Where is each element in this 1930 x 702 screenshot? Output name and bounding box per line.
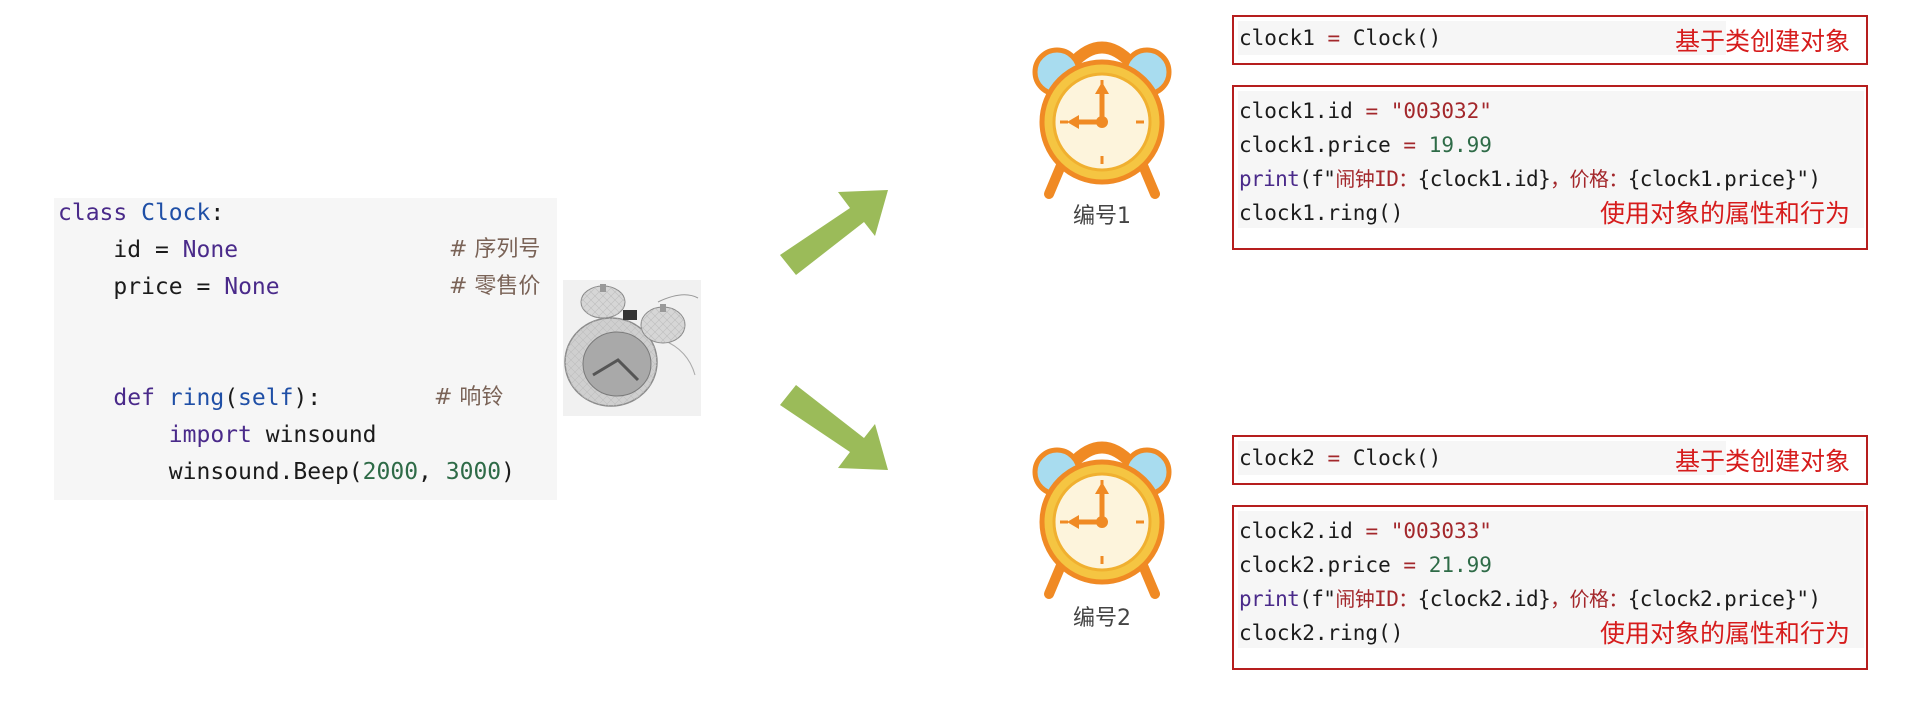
code-line-import: import winsound [168,422,377,448]
comment-ring: # 响铃 [434,385,504,410]
code-ring-1: clock1.ring() [1239,201,1404,225]
code-set-id-1: clock1.id = "003032" [1239,99,1492,123]
code-set-price-1: clock1.price = 19.99 [1239,133,1492,157]
code-line-id: id = None [113,237,239,263]
label-create-object-2: 基于类创建对象 [1674,447,1850,476]
class-code-panel: class Clock: id = None # 序列号 price = Non… [54,198,557,500]
comment-serial: # 序列号 [449,237,541,262]
clock-caption-2: 编号2 [1073,606,1131,631]
code-ring-2: clock2.ring() [1239,621,1404,645]
label-use-object-1: 使用对象的属性和行为 [1599,199,1850,228]
alarm-clock-3d-photo-icon [563,280,701,416]
code-line-price: price = None [113,274,280,300]
use-object-box-2: clock2.id = "003033" clock2.price = 21.9… [1232,505,1868,670]
create-object-box-2: clock2 = Clock() 基于类创建对象 [1232,435,1868,485]
create-object-box-1: clock1 = Clock() 基于类创建对象 [1232,15,1868,65]
arrow-icon-down [780,385,888,470]
code-set-price-2: clock2.price = 21.99 [1239,553,1492,577]
clock-caption-1: 编号1 [1073,204,1131,229]
label-use-object-2: 使用对象的属性和行为 [1599,619,1850,648]
code-create-clock2: clock2 = Clock() [1239,446,1442,470]
arrow-icon-up [780,190,888,275]
code-line-class: class Clock: [58,200,225,226]
code-print-2: print(f"闹钟ID：{clock2.id}，价格：{clock2.pric… [1239,587,1821,611]
label-create-object-1: 基于类创建对象 [1674,27,1850,56]
use-object-box-1: clock1.id = "003032" clock1.price = 19.9… [1232,85,1868,250]
alarm-clock-icon-1 [1032,41,1172,199]
code-set-id-2: clock2.id = "003033" [1239,519,1492,543]
code-line-def-ring: def ring(self): [113,385,322,411]
comment-retail-price: # 零售价 [449,274,541,299]
alarm-clock-icon-2 [1032,441,1172,599]
code-print-1: print(f"闹钟ID：{clock1.id}，价格：{clock1.pric… [1239,167,1821,191]
code-line-beep: winsound.Beep(2000, 3000) [168,459,515,485]
code-create-clock1: clock1 = Clock() [1239,26,1442,50]
